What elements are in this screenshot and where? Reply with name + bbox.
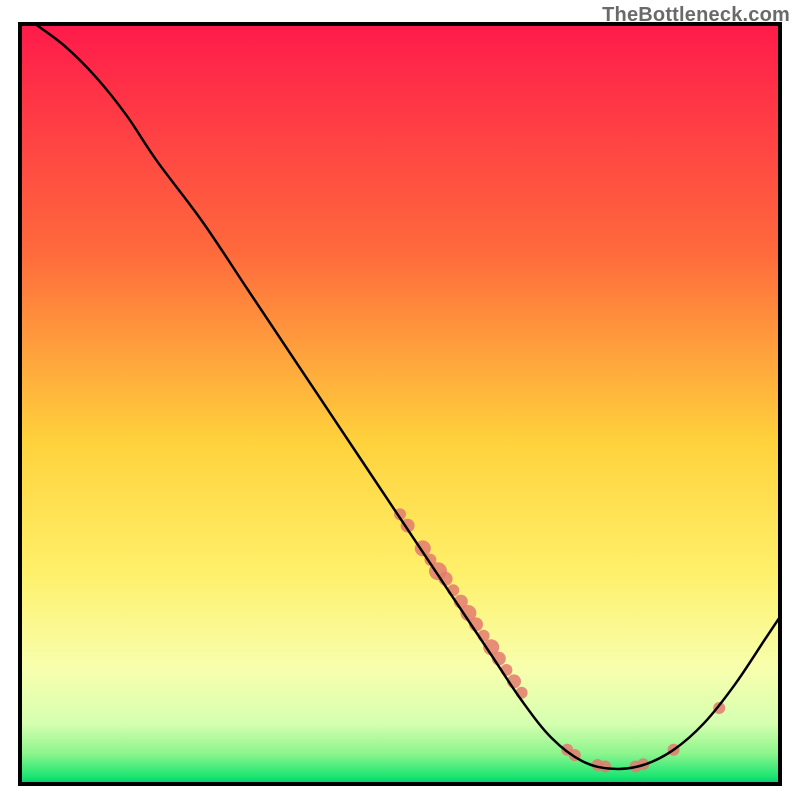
chart-container: TheBottleneck.com bbox=[0, 0, 800, 800]
plot-background bbox=[20, 24, 780, 784]
watermark-text: TheBottleneck.com bbox=[602, 4, 790, 27]
bottleneck-chart bbox=[0, 0, 800, 800]
